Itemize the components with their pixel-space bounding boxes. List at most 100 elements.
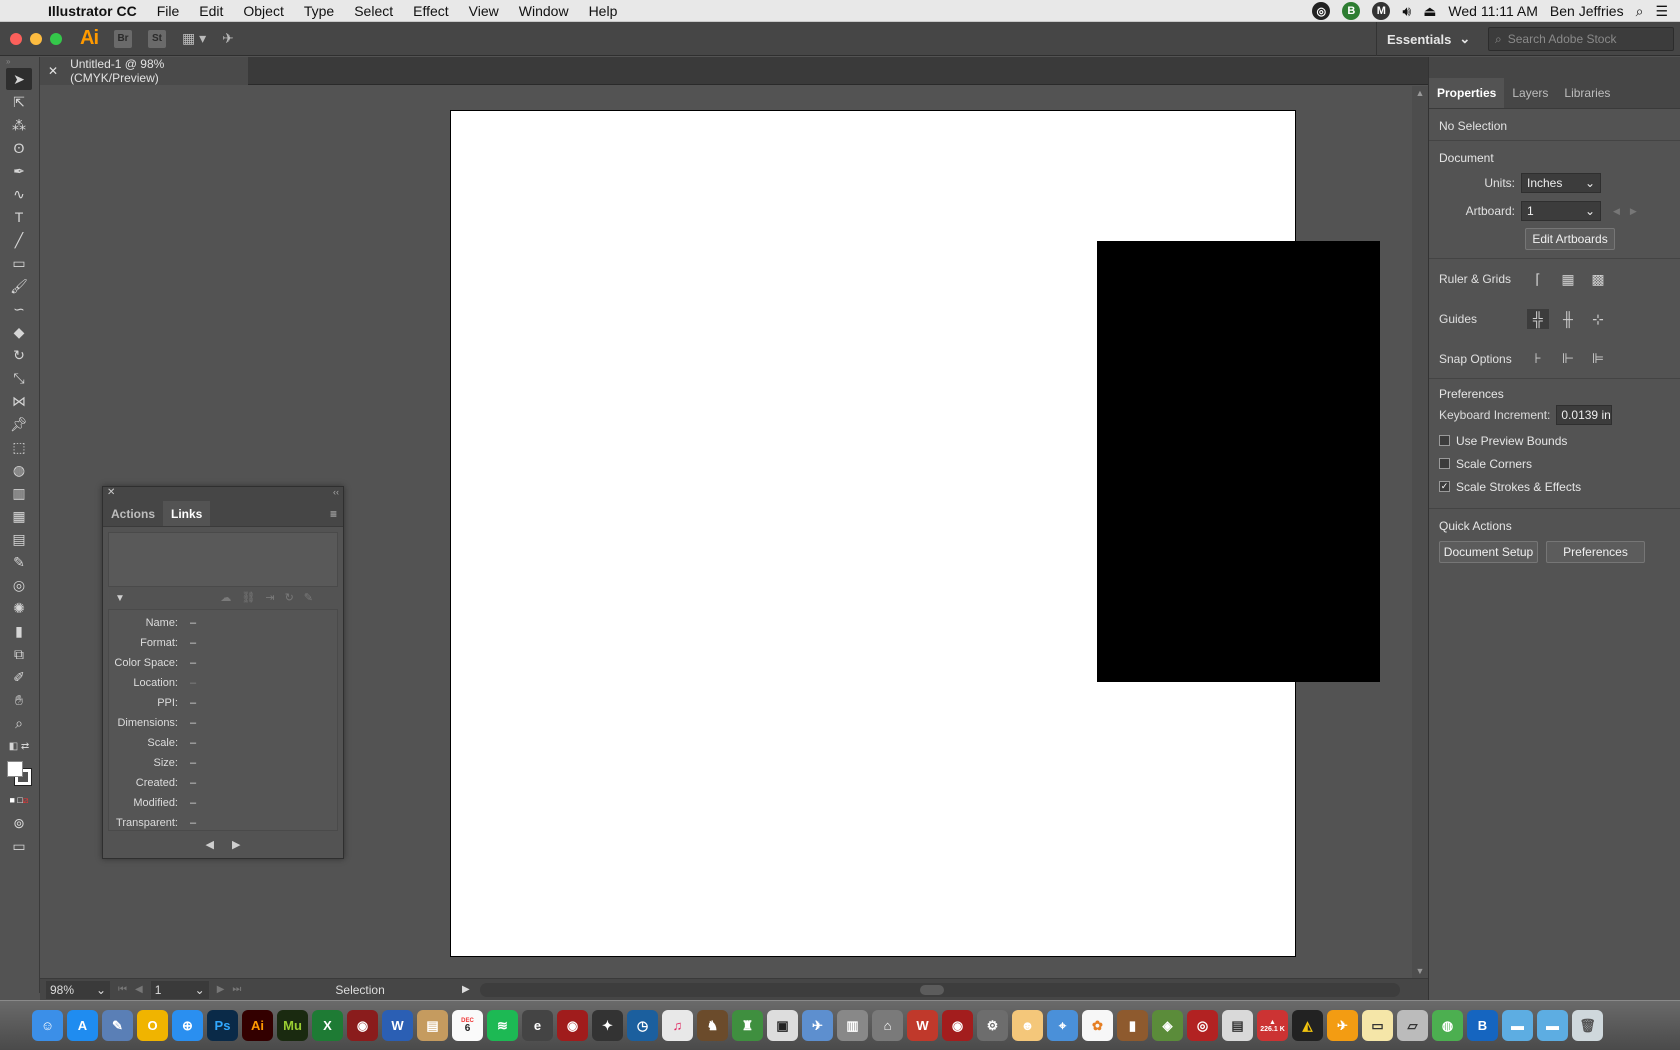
- edit-original-icon[interactable]: ✎: [304, 591, 313, 604]
- update-link-icon[interactable]: ↻: [285, 591, 294, 604]
- lasso-tool-icon[interactable]: ʘ: [6, 137, 32, 159]
- maps-icon[interactable]: ⌖: [1047, 1010, 1078, 1041]
- eject-icon[interactable]: ⏏: [1423, 3, 1436, 20]
- stock-button[interactable]: St: [148, 29, 166, 48]
- previous-artboard-icon[interactable]: ◀: [1613, 206, 1620, 217]
- winery-icon[interactable]: ◉: [942, 1010, 973, 1041]
- grid-icon[interactable]: ▦: [1557, 269, 1579, 289]
- perspective-grid-tool-icon[interactable]: ▥: [6, 482, 32, 504]
- horizontal-scroll-thumb[interactable]: [920, 985, 944, 995]
- globe-app-icon[interactable]: ◍: [1432, 1010, 1463, 1041]
- transparency-grid-icon[interactable]: ▩: [1587, 269, 1609, 289]
- screenshot-app-icon[interactable]: ▣: [767, 1010, 798, 1041]
- close-icon[interactable]: ✕: [48, 64, 58, 78]
- last-artboard-icon[interactable]: ⏭: [232, 984, 241, 995]
- horizontal-scrollbar[interactable]: [480, 983, 1400, 997]
- gradient-tool-icon[interactable]: ▤: [6, 528, 32, 550]
- shaper-tool-icon[interactable]: ∽: [6, 298, 32, 320]
- column-graph-tool-icon[interactable]: ▮: [6, 620, 32, 642]
- close-window-button[interactable]: [10, 32, 22, 45]
- panel-menu-icon[interactable]: ≡: [330, 507, 337, 521]
- notebook-icon[interactable]: ▤: [417, 1010, 448, 1041]
- zoom-window-button[interactable]: [50, 32, 62, 45]
- scale-corners-row[interactable]: Scale Corners: [1429, 452, 1680, 475]
- selection-tool-icon[interactable]: ➤: [6, 68, 32, 90]
- draw-mode-icon[interactable]: ⊚: [6, 812, 32, 834]
- lock-guides-icon[interactable]: ╫: [1557, 309, 1579, 329]
- type-tool-icon[interactable]: T: [6, 206, 32, 228]
- snap-to-point-icon[interactable]: ⊦: [1527, 349, 1549, 369]
- menu-object[interactable]: Object: [233, 3, 293, 19]
- default-fill-stroke-icon[interactable]: ◧ ⇄: [6, 735, 32, 757]
- zoom-tool-icon[interactable]: ⌕: [6, 712, 32, 734]
- previous-link-icon[interactable]: ◀: [206, 838, 214, 851]
- menu-view[interactable]: View: [459, 3, 509, 19]
- paintbrush-tool-icon[interactable]: 🖌︎: [6, 275, 32, 297]
- workspace-switcher[interactable]: Essentials ⌄: [1376, 22, 1470, 56]
- use-preview-bounds-checkbox[interactable]: [1439, 435, 1450, 446]
- time-app-icon[interactable]: ◷: [627, 1010, 658, 1041]
- pen-tool-icon[interactable]: ✒: [6, 160, 32, 182]
- rectangle-tool-icon[interactable]: ▭: [6, 252, 32, 274]
- free-transform-tool-icon[interactable]: ⬚: [6, 436, 32, 458]
- links-panel-titlebar[interactable]: ✕ ‹‹: [103, 487, 343, 501]
- spotify-icon[interactable]: ≋: [487, 1010, 518, 1041]
- curvature-tool-icon[interactable]: ∿: [6, 183, 32, 205]
- menu-help[interactable]: Help: [579, 3, 628, 19]
- show-guides-icon[interactable]: ╬: [1527, 309, 1549, 329]
- illustrator-icon[interactable]: Ai: [242, 1010, 273, 1041]
- w-app-icon[interactable]: W: [907, 1010, 938, 1041]
- artboard-tool-icon[interactable]: ⧉: [6, 643, 32, 665]
- next-artboard-icon[interactable]: ▶: [217, 984, 225, 995]
- eraser-tool-icon[interactable]: ◆: [6, 321, 32, 343]
- bridge-button[interactable]: Br: [114, 29, 132, 48]
- ninja-app-icon[interactable]: ✦: [592, 1010, 623, 1041]
- trash-icon[interactable]: 🗑︎: [1572, 1010, 1603, 1041]
- finder-icon[interactable]: ☺: [32, 1010, 63, 1041]
- arrange-documents-icon[interactable]: ▦ ▾: [182, 30, 206, 47]
- scanner-app-icon[interactable]: ⌂: [872, 1010, 903, 1041]
- zoom-level-dropdown[interactable]: 98% ⌄: [46, 980, 110, 999]
- word-icon[interactable]: W: [382, 1010, 413, 1041]
- tab-properties[interactable]: Properties: [1429, 78, 1505, 108]
- scroll-down-icon[interactable]: ▼: [1412, 966, 1428, 976]
- photos-icon[interactable]: ✿: [1082, 1010, 1113, 1041]
- blend-tool-icon[interactable]: ◎: [6, 574, 32, 596]
- tray-m-icon[interactable]: M: [1372, 2, 1391, 20]
- vertical-scrollbar[interactable]: ▲ ▼: [1412, 86, 1428, 978]
- next-artboard-icon[interactable]: ▶: [1630, 206, 1637, 217]
- snap-to-pixel-icon[interactable]: ⊫: [1587, 349, 1609, 369]
- menu-type[interactable]: Type: [294, 3, 344, 19]
- keyboard-increment-input[interactable]: 0.0139 in: [1556, 405, 1613, 425]
- document-tab[interactable]: ✕ Untitled-1 @ 98% (CMYK/Preview): [40, 57, 248, 85]
- elgato-icon[interactable]: e: [522, 1010, 553, 1041]
- current-tool-status[interactable]: Selection: [335, 983, 455, 997]
- menu-select[interactable]: Select: [344, 3, 403, 19]
- tab-libraries[interactable]: Libraries: [1556, 78, 1618, 108]
- units-dropdown[interactable]: Inches ⌄: [1521, 173, 1601, 193]
- notes-app-icon[interactable]: ▥: [837, 1010, 868, 1041]
- next-link-icon[interactable]: ▶: [232, 838, 240, 851]
- document-setup-button[interactable]: Document Setup: [1439, 541, 1538, 563]
- edit-artboards-button[interactable]: Edit Artboards: [1525, 228, 1615, 250]
- panel-grip-icon[interactable]: »: [0, 57, 39, 67]
- system-preferences-icon[interactable]: ⚙: [977, 1010, 1008, 1041]
- scale-strokes-effects-checkbox[interactable]: ✓: [1439, 481, 1450, 492]
- cardhop-icon[interactable]: ☻: [1012, 1010, 1043, 1041]
- menu-app-name[interactable]: Illustrator CC: [38, 3, 147, 19]
- wineskin-2-icon[interactable]: ◉: [557, 1010, 588, 1041]
- mesh-tool-icon[interactable]: ▦: [6, 505, 32, 527]
- package-app-icon[interactable]: ◈: [1152, 1010, 1183, 1041]
- scale-corners-checkbox[interactable]: [1439, 458, 1450, 469]
- minimize-window-button[interactable]: [30, 32, 42, 45]
- relink-from-cc-icon[interactable]: ☁: [220, 591, 231, 604]
- use-preview-bounds-row[interactable]: Use Preview Bounds: [1429, 429, 1680, 452]
- color-mode-icons[interactable]: ■ □ ⧄: [6, 789, 32, 811]
- script-app-icon[interactable]: ▱: [1397, 1010, 1428, 1041]
- screen-mode-icon[interactable]: ▭: [6, 835, 32, 857]
- menubar-user[interactable]: Ben Jeffries: [1550, 3, 1624, 19]
- rulers-icon[interactable]: ⌈: [1527, 269, 1549, 289]
- fill-stroke-swatch[interactable]: [6, 758, 32, 788]
- symbol-sprayer-tool-icon[interactable]: ✺: [6, 597, 32, 619]
- notification-center-icon[interactable]: ☰: [1655, 3, 1668, 20]
